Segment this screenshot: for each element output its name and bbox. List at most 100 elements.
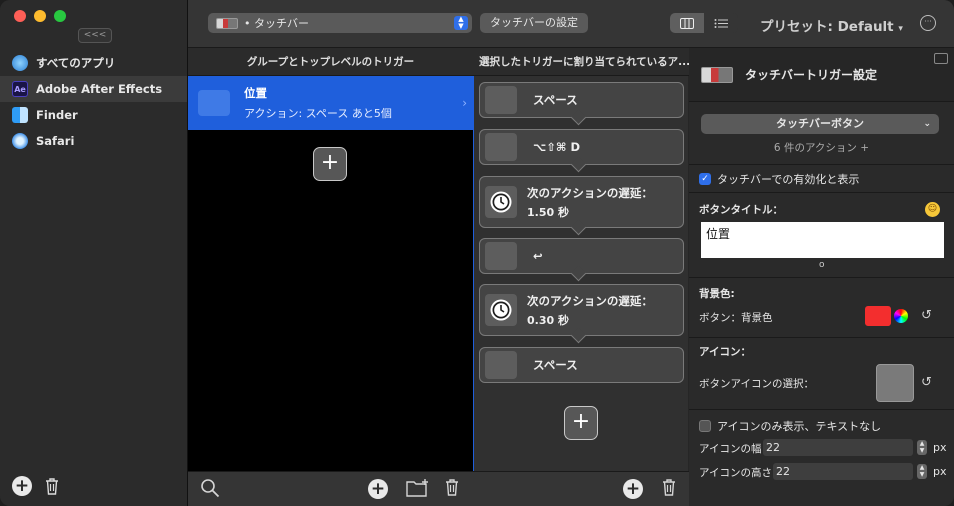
trash-icon[interactable] (444, 478, 460, 496)
after-effects-icon: Ae (12, 81, 28, 97)
select-arrows-icon: ▲ ▼ (454, 16, 468, 30)
sidebar-item-after-effects[interactable]: Ae Adobe After Effects (0, 76, 187, 102)
icon-height-stepper[interactable]: ▲ ▼ (917, 464, 927, 479)
add-action-footer-button[interactable]: + (623, 479, 643, 499)
panel-title: タッチバートリガー設定 (745, 68, 878, 82)
action-item[interactable]: ⌥⇧⌘ D (479, 129, 684, 165)
action-label: スペース (533, 358, 578, 372)
sidebar-item-label: Adobe After Effects (36, 82, 163, 96)
actions-column-header: 選択したトリガーに割り当てられているア... (473, 48, 689, 76)
more-options-button[interactable]: ··· (920, 15, 936, 31)
icon-width-unit: px (933, 441, 947, 454)
enable-checkbox[interactable]: ✓ (699, 173, 711, 185)
icon-width-label: アイコンの幅 (699, 443, 762, 455)
search-icon[interactable] (200, 478, 220, 498)
trigger-type-select[interactable]: タッチバーボタン ⌄ (701, 114, 939, 134)
action-label: スペース (533, 93, 578, 107)
all-apps-icon (12, 55, 28, 71)
action-label: ⌥⇧⌘ D (533, 140, 581, 154)
action-label: 次のアクションの遅延： (527, 293, 653, 308)
trigger-title: 位置 (244, 86, 267, 100)
action-thumbnail (485, 133, 517, 161)
delay-value: 1.50 秒 (527, 205, 569, 219)
app-list: すべてのアプリ Ae Adobe After Effects Finder Sa… (0, 50, 187, 154)
add-app-button[interactable]: + (12, 476, 32, 496)
new-folder-icon[interactable] (406, 478, 430, 498)
columns-view-button[interactable] (670, 13, 704, 33)
actions-list: スペース ⌥⇧⌘ D 次のアクションの遅延： 1.50 秒 ↩ 次のアクションの… (473, 76, 688, 471)
detach-window-icon[interactable] (934, 53, 948, 64)
sidebar-item-all-apps[interactable]: すべてのアプリ (0, 50, 187, 76)
delete-app-button[interactable] (42, 476, 62, 496)
collapse-sidebar-button[interactable]: <<< (78, 28, 112, 43)
list-view-button[interactable] (704, 13, 738, 33)
bg-color-swatch[interactable] (865, 306, 891, 326)
icon-label: アイコン： (699, 346, 751, 358)
sidebar: <<< すべてのアプリ Ae Adobe After Effects Finde… (0, 0, 188, 506)
title-indicator: o (819, 260, 825, 270)
action-thumbnail (485, 242, 517, 270)
view-mode-segmented-control (670, 13, 738, 33)
icon-well[interactable] (876, 364, 914, 402)
color-wheel-icon[interactable] (894, 309, 908, 323)
touchbar-icon (216, 17, 238, 29)
icon-only-checkbox[interactable] (699, 420, 711, 432)
action-count-link[interactable]: 6 件のアクション + (689, 140, 954, 155)
emoji-picker-icon[interactable]: ☺ (925, 202, 940, 217)
action-item[interactable]: スペース (479, 347, 684, 383)
sidebar-item-finder[interactable]: Finder (0, 102, 187, 128)
icon-only-label: アイコンのみ表示、テキストなし (717, 420, 882, 433)
icon-only-row[interactable]: アイコンのみ表示、テキストなし (689, 418, 954, 434)
action-item[interactable]: 次のアクションの遅延： 0.30 秒 (479, 284, 684, 336)
action-item[interactable]: 次のアクションの遅延： 1.50 秒 (479, 176, 684, 228)
chevron-down-icon: ⌄ (923, 119, 931, 129)
trigger-settings-panel: タッチバートリガー設定 タッチバーボタン ⌄ 6 件のアクション + ✓ タッチ… (689, 48, 954, 506)
list-icon (714, 18, 728, 28)
add-trigger-button[interactable]: + (313, 147, 347, 181)
icon-height-label: アイコンの高さ (699, 467, 772, 479)
action-thumbnail (485, 351, 517, 379)
action-item[interactable]: ↩ (479, 238, 684, 274)
safari-icon (12, 133, 28, 149)
touchbar-icon (701, 66, 733, 83)
reset-icon[interactable]: ↺ (921, 309, 935, 323)
columns-icon (680, 17, 694, 29)
touchbar-select-value: • タッチバー (244, 17, 309, 30)
action-item[interactable]: スペース (479, 82, 684, 118)
button-title-input[interactable]: 位置 (701, 222, 944, 258)
enable-label: タッチバーでの有効化と表示 (717, 173, 860, 186)
zoom-window-button[interactable] (54, 10, 66, 22)
add-action-button[interactable]: + (564, 406, 598, 440)
icon-width-stepper[interactable]: ▲ ▼ (917, 440, 927, 455)
delay-value: 0.30 秒 (527, 313, 569, 327)
triggers-footer: + (188, 471, 473, 506)
trigger-thumbnail (198, 90, 230, 116)
add-trigger-footer-button[interactable]: + (368, 479, 388, 499)
icon-height-input[interactable]: 22 (773, 463, 913, 480)
icon-height-unit: px (933, 465, 947, 478)
touchbar-settings-button[interactable]: タッチバーの設定 (480, 13, 588, 33)
clock-icon (485, 186, 517, 218)
sidebar-item-safari[interactable]: Safari (0, 128, 187, 154)
chevron-right-icon: › (462, 96, 467, 110)
action-label: ↩ (533, 249, 543, 263)
icon-options-section: アイコンのみ表示、テキストなし (689, 409, 954, 506)
enable-checkbox-row[interactable]: ✓ タッチバーでの有効化と表示 (689, 171, 954, 187)
triggers-list: 位置 アクション: スペース あと5個 › + (188, 76, 473, 471)
trash-icon[interactable] (661, 478, 677, 496)
window-controls (14, 10, 66, 22)
icon-width-input[interactable]: 22 (763, 439, 913, 456)
trash-icon (46, 478, 58, 495)
preset-menu[interactable]: プリセット: Default ▾ (760, 15, 903, 35)
triggers-column-header: グループとトップレベルのトリガー (188, 48, 473, 76)
finder-icon (12, 107, 28, 123)
close-window-button[interactable] (14, 10, 26, 22)
sidebar-item-label: Finder (36, 108, 78, 122)
reset-icon[interactable]: ↺ (921, 376, 935, 390)
action-label: 次のアクションの遅延： (527, 185, 653, 200)
trigger-row[interactable]: 位置 アクション: スペース あと5個 › (188, 76, 473, 130)
button-title-label: ボタンタイトル： (699, 204, 783, 216)
minimize-window-button[interactable] (34, 10, 46, 22)
trigger-subtitle: アクション: スペース あと5個 (244, 107, 392, 120)
touchbar-select[interactable]: • タッチバー ▲ ▼ (208, 13, 472, 33)
